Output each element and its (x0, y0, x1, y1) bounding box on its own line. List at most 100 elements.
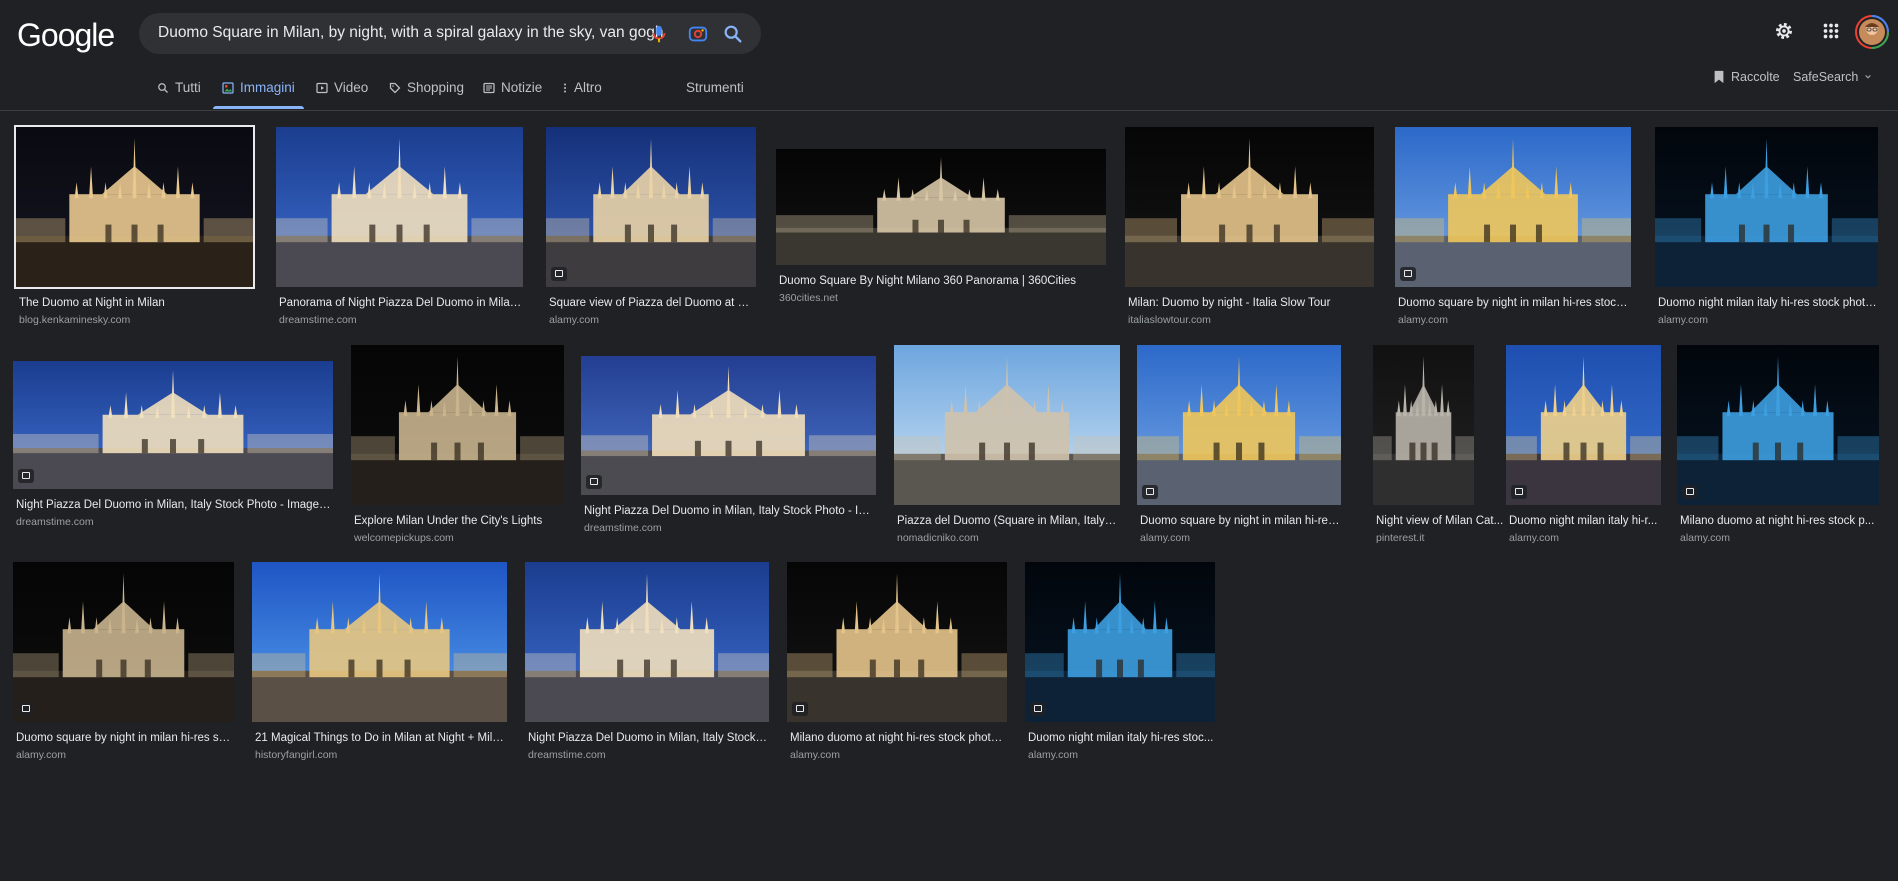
result-thumbnail[interactable] (1677, 345, 1879, 505)
result-thumbnail[interactable] (1125, 127, 1374, 287)
tab-video[interactable]: Video (316, 80, 368, 95)
image-result-card[interactable]: Duomo square by night in milan hi-res st… (13, 562, 234, 772)
cathedral-photo (1677, 345, 1879, 505)
result-thumbnail[interactable] (1025, 562, 1215, 722)
safesearch-menu[interactable]: SafeSearch (1793, 70, 1872, 84)
result-source: alamy.com (1398, 314, 1448, 326)
result-thumbnail[interactable] (1506, 345, 1661, 505)
result-source: nomadicniko.com (897, 532, 979, 544)
image-result-card[interactable]: Duomo night milan italy hi-res stock pho… (1655, 127, 1878, 337)
result-title[interactable]: Milan: Duomo by night - Italia Slow Tour (1128, 297, 1373, 309)
result-source: blog.kenkaminesky.com (19, 314, 131, 326)
image-result-card[interactable]: Panorama of Night Piazza Del Duomo in Mi… (276, 127, 523, 337)
search-tabs: Tutti Immagini Video Shopping Notizie Al… (0, 74, 1898, 111)
search-icon[interactable] (722, 23, 744, 45)
more-vert-icon (564, 83, 566, 92)
image-info-badge-icon (1511, 485, 1527, 499)
image-result-card[interactable]: Milan: Duomo by night - Italia Slow Tour… (1125, 127, 1374, 337)
result-title[interactable]: Milano duomo at night hi-res stock p... (1680, 515, 1878, 527)
result-title[interactable]: Square view of Piazza del Duomo at nig..… (549, 297, 755, 309)
image-info-badge-icon (792, 702, 808, 716)
result-title[interactable]: Duomo square by night in milan hi-res... (1140, 515, 1340, 527)
lens-camera-icon[interactable] (687, 23, 709, 45)
result-title[interactable]: Milano duomo at night hi-res stock photo… (790, 732, 1006, 744)
result-source: alamy.com (549, 314, 599, 326)
image-info-badge-icon (1400, 267, 1416, 281)
cathedral-photo (1395, 127, 1631, 287)
cathedral-photo (276, 127, 523, 287)
result-source: welcomepickups.com (354, 532, 454, 544)
image-result-card[interactable]: Night Piazza Del Duomo in Milan, Italy S… (581, 356, 876, 545)
result-thumbnail[interactable] (14, 125, 255, 289)
image-result-card[interactable]: Milano duomo at night hi-res stock photo… (787, 562, 1007, 772)
result-thumbnail[interactable] (252, 562, 507, 722)
image-result-card[interactable]: Milano duomo at night hi-res stock p... a… (1677, 345, 1879, 555)
microphone-icon[interactable] (648, 23, 670, 45)
tab-label: Shopping (407, 80, 465, 95)
image-result-card[interactable]: Duomo square by night in milan hi-res st… (1395, 127, 1631, 337)
result-title[interactable]: Duomo night milan italy hi-res stoc... (1028, 732, 1214, 744)
image-result-card[interactable]: Duomo Square By Night Milano 360 Panoram… (776, 149, 1106, 315)
result-title[interactable]: 21 Magical Things to Do in Milan at Nigh… (255, 732, 506, 744)
result-thumbnail[interactable] (1655, 127, 1878, 287)
result-thumbnail[interactable] (894, 345, 1120, 505)
result-source: dreamstime.com (584, 522, 662, 534)
result-title[interactable]: The Duomo at Night in Milan (19, 297, 252, 309)
result-thumbnail[interactable] (776, 149, 1106, 265)
result-thumbnail[interactable] (351, 345, 564, 505)
result-thumbnail[interactable] (1373, 345, 1474, 505)
result-thumbnail[interactable] (581, 356, 876, 495)
tab-tutti[interactable]: Tutti (157, 80, 201, 95)
result-thumbnail[interactable] (13, 361, 333, 489)
tab-label: Immagini (240, 80, 295, 95)
result-thumbnail[interactable] (546, 127, 756, 287)
image-result-card[interactable]: Duomo square by night in milan hi-res...… (1137, 345, 1341, 555)
search-input[interactable]: Duomo Square in Milan, by night, with a … (158, 24, 663, 42)
settings-gear-icon[interactable] (1773, 20, 1795, 42)
image-result-card[interactable]: Square view of Piazza del Duomo at nig..… (546, 127, 756, 337)
image-info-badge-icon (1142, 485, 1158, 499)
result-thumbnail[interactable] (276, 127, 523, 287)
tab-shopping[interactable]: Shopping (389, 80, 464, 95)
chevron-down-icon (1865, 74, 1872, 79)
result-title[interactable]: Duomo night milan italy hi-res stock pho… (1658, 297, 1877, 309)
search-box[interactable]: Duomo Square in Milan, by night, with a … (139, 13, 761, 54)
image-result-card[interactable]: Night Piazza Del Duomo in Milan, Italy S… (525, 562, 769, 772)
result-thumbnail[interactable] (787, 562, 1007, 722)
image-result-card[interactable]: Piazza del Duomo (Square in Milan, Italy… (894, 345, 1120, 555)
image-result-card[interactable]: Duomo night milan italy hi-r... alamy.com (1506, 345, 1706, 555)
image-info-badge-icon (1682, 485, 1698, 499)
tab-immagini[interactable]: Immagini (222, 80, 295, 95)
result-title[interactable]: Panorama of Night Piazza Del Duomo in Mi… (279, 297, 522, 309)
result-title[interactable]: Duomo square by night in milan hi-res st… (1398, 297, 1630, 309)
result-title[interactable]: Night Piazza Del Duomo in Milan, Italy S… (584, 505, 875, 517)
result-thumbnail[interactable] (13, 562, 234, 722)
image-result-card[interactable]: Night Piazza Del Duomo in Milan, Italy S… (13, 361, 333, 539)
result-title[interactable]: Duomo Square By Night Milano 360 Panoram… (779, 275, 1105, 287)
result-title[interactable]: Night Piazza Del Duomo in Milan, Italy S… (16, 499, 332, 511)
tab-label: Strumenti (686, 80, 744, 95)
result-thumbnail[interactable] (1137, 345, 1341, 505)
image-result-card[interactable]: 21 Magical Things to Do in Milan at Nigh… (252, 562, 507, 772)
tab-strumenti[interactable]: Strumenti (686, 80, 744, 95)
collections-link[interactable]: Raccolte (1713, 70, 1780, 84)
apps-grid-icon[interactable] (1820, 20, 1842, 42)
image-result-card[interactable]: Duomo night milan italy hi-res stoc... al… (1025, 562, 1225, 772)
result-title[interactable]: Night Piazza Del Duomo in Milan, Italy S… (528, 732, 768, 744)
cathedral-photo (525, 562, 769, 722)
google-logo[interactable]: Google (17, 17, 115, 54)
result-title[interactable]: Duomo night milan italy hi-r... (1509, 515, 1695, 527)
result-thumbnail[interactable] (1395, 127, 1631, 287)
tab-notizie[interactable]: Notizie (483, 80, 542, 95)
result-title[interactable]: Explore Milan Under the City's Lights (354, 515, 563, 527)
result-title[interactable]: Duomo square by night in milan hi-res st… (16, 732, 233, 744)
result-thumbnail[interactable] (525, 562, 769, 722)
safesearch-label: SafeSearch (1793, 70, 1859, 84)
tab-altro[interactable]: Altro (562, 80, 602, 95)
cathedral-photo (252, 562, 507, 722)
tab-label: Notizie (501, 80, 543, 95)
image-result-card[interactable]: Explore Milan Under the City's Lights wel… (351, 345, 564, 555)
account-avatar-icon[interactable] (1855, 15, 1889, 49)
image-result-card[interactable]: The Duomo at Night in Milan blog.kenkamin… (14, 125, 255, 337)
result-title[interactable]: Piazza del Duomo (Square in Milan, Italy… (897, 515, 1119, 527)
